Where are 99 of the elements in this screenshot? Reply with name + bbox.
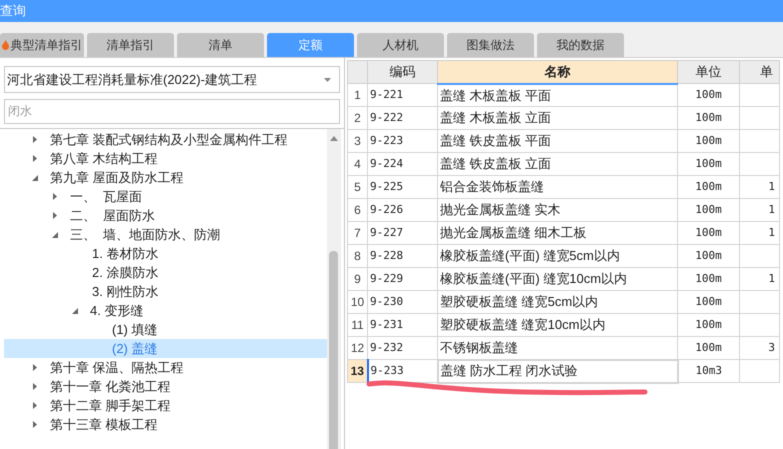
table-cell: 盖缝 铁皮盖板 立面: [438, 152, 678, 176]
row-number: 7: [348, 222, 368, 244]
tab[interactable]: 我的数据: [537, 33, 624, 57]
table-cell: 1: [768, 202, 775, 216]
table-cell: 9-233: [368, 360, 438, 382]
table-cell: 9-228: [368, 244, 438, 268]
tree-item[interactable]: (1) 填缝: [4, 320, 327, 339]
table-cell: 9-232: [368, 336, 438, 360]
table-cell: 9-221: [368, 84, 438, 106]
row-number: 2: [348, 106, 368, 130]
tree-item[interactable]: 第十一章 化粪池工程: [4, 377, 327, 396]
window-title: 查询: [0, 2, 26, 20]
row-number: 8: [348, 244, 368, 268]
row-number: 9: [348, 268, 368, 290]
table-cell: 100m: [678, 198, 740, 222]
table-cell: 100m: [678, 314, 740, 336]
tree-item[interactable]: 第九章 屋面及防水工程: [4, 168, 327, 187]
scrollbar[interactable]: [327, 129, 341, 449]
row-number: 13: [348, 360, 368, 382]
collapsed-arrow-icon[interactable]: [32, 136, 38, 143]
library-dropdown[interactable]: 河北省建设工程消耗量标准(2022)-建筑工程: [4, 66, 340, 93]
table-cell: 抛光金属板盖缝 实木: [438, 198, 678, 222]
tree-item[interactable]: 第十二章 脚手架工程: [4, 396, 327, 415]
table-cell: 100m: [678, 268, 740, 290]
table-cell: 盖缝 木板盖板 立面: [438, 106, 678, 130]
tab[interactable]: 清单指引: [87, 33, 174, 57]
tree-item[interactable]: 3. 刚性防水: [4, 282, 327, 301]
collapsed-arrow-icon[interactable]: [52, 193, 58, 200]
row-number: 5: [348, 176, 368, 198]
table-cell: 1: [768, 226, 775, 239]
row-number: 6: [348, 198, 368, 222]
scroll-up-icon: [330, 136, 338, 141]
table-cell: 100m: [678, 130, 740, 152]
table-cell: 铝合金装饰板盖缝: [438, 176, 678, 198]
tree-item[interactable]: 第七章 装配式钢结构及小型金属构件工程: [4, 130, 327, 149]
row-number: 1: [348, 84, 368, 106]
tab[interactable]: 人材机: [357, 33, 444, 57]
expanded-arrow-icon[interactable]: [32, 174, 38, 181]
table-cell: 橡胶板盖缝(平面) 缝宽5cm以内: [438, 244, 678, 268]
row-number: 3: [348, 130, 368, 152]
table-cell: 不锈钢板盖缝: [438, 336, 678, 360]
table-cell: 10m3: [678, 360, 740, 382]
table-cell: 1: [768, 272, 775, 285]
column-header[interactable]: 单位: [678, 60, 740, 84]
table-cell: 9-229: [368, 268, 438, 290]
table-cell: 抛光金属板盖缝 细木工板: [438, 222, 678, 244]
tree-item[interactable]: 2. 涂膜防水: [4, 263, 327, 282]
table-cell: 塑胶硬板盖缝 缝宽5cm以内: [438, 290, 678, 314]
table-cell: 100m: [678, 176, 740, 198]
tree-item[interactable]: 第十章 保温、隔热工程: [4, 358, 327, 377]
table-cell: 1: [768, 180, 775, 193]
tree-item[interactable]: 1. 卷材防水: [4, 244, 327, 263]
table-cell: 3: [768, 340, 775, 354]
table-cell: 盖缝 木板盖板 平面: [438, 84, 678, 106]
table-cell: 100m: [678, 222, 740, 244]
table-cell: 100m: [678, 152, 740, 176]
tree-item[interactable]: 第八章 木结构工程: [4, 149, 327, 168]
expanded-arrow-icon[interactable]: [52, 231, 58, 238]
table-cell: 橡胶板盖缝(平面) 缝宽10cm以内: [438, 268, 678, 290]
table-cell: 100m: [678, 84, 740, 106]
header-corner: [348, 60, 368, 84]
column-header[interactable]: 编码: [368, 60, 438, 84]
collapsed-arrow-icon[interactable]: [32, 383, 38, 390]
table-cell: 9-231: [368, 314, 438, 336]
collapsed-arrow-icon[interactable]: [32, 421, 38, 428]
table-cell: 9-222: [368, 106, 438, 130]
dropdown-arrow-icon: [324, 78, 331, 82]
table-cell: 9-223: [368, 130, 438, 152]
tree-item[interactable]: 第十三章 模板工程: [4, 415, 327, 434]
tree-item[interactable]: 一、 瓦屋面: [4, 187, 327, 206]
scrollbar-thumb[interactable]: [329, 251, 338, 449]
collapsed-arrow-icon[interactable]: [52, 212, 58, 219]
table-cell: 100m: [678, 336, 740, 360]
table-cell: 9-225: [368, 176, 438, 198]
table-cell: 盖缝 防水工程 闭水试验: [438, 360, 678, 382]
tree-item[interactable]: 4. 变形缝: [4, 301, 327, 320]
table-cell: 9-224: [368, 152, 438, 176]
column-header[interactable]: 名称: [438, 60, 678, 84]
expanded-arrow-icon[interactable]: [72, 307, 78, 314]
tree-item[interactable]: 二、 屋面防水: [4, 206, 327, 225]
collapsed-arrow-icon[interactable]: [32, 364, 38, 371]
tab[interactable]: 典型清单指引: [0, 33, 84, 57]
row-number: 11: [348, 314, 368, 336]
table-cell: 9-227: [368, 222, 438, 244]
column-header[interactable]: 单: [740, 60, 780, 84]
row-number: 4: [348, 152, 368, 176]
table-cell: 9-226: [368, 198, 438, 222]
tree-item[interactable]: 三、 墙、地面防水、防潮: [4, 225, 327, 244]
table-cell: 100m: [678, 290, 740, 314]
table-cell: 100m: [678, 106, 740, 130]
table-cell: 盖缝 铁皮盖板 平面: [438, 130, 678, 152]
row-number: 10: [348, 290, 368, 314]
table-cell: 塑胶硬板盖缝 缝宽10cm以内: [438, 314, 678, 336]
collapsed-arrow-icon[interactable]: [32, 155, 38, 162]
tab[interactable]: 图集做法: [447, 33, 534, 57]
tab[interactable]: 清单: [177, 33, 264, 57]
collapsed-arrow-icon[interactable]: [32, 402, 38, 409]
table-cell: 9-230: [368, 290, 438, 314]
table-cell: 100m: [678, 244, 740, 268]
